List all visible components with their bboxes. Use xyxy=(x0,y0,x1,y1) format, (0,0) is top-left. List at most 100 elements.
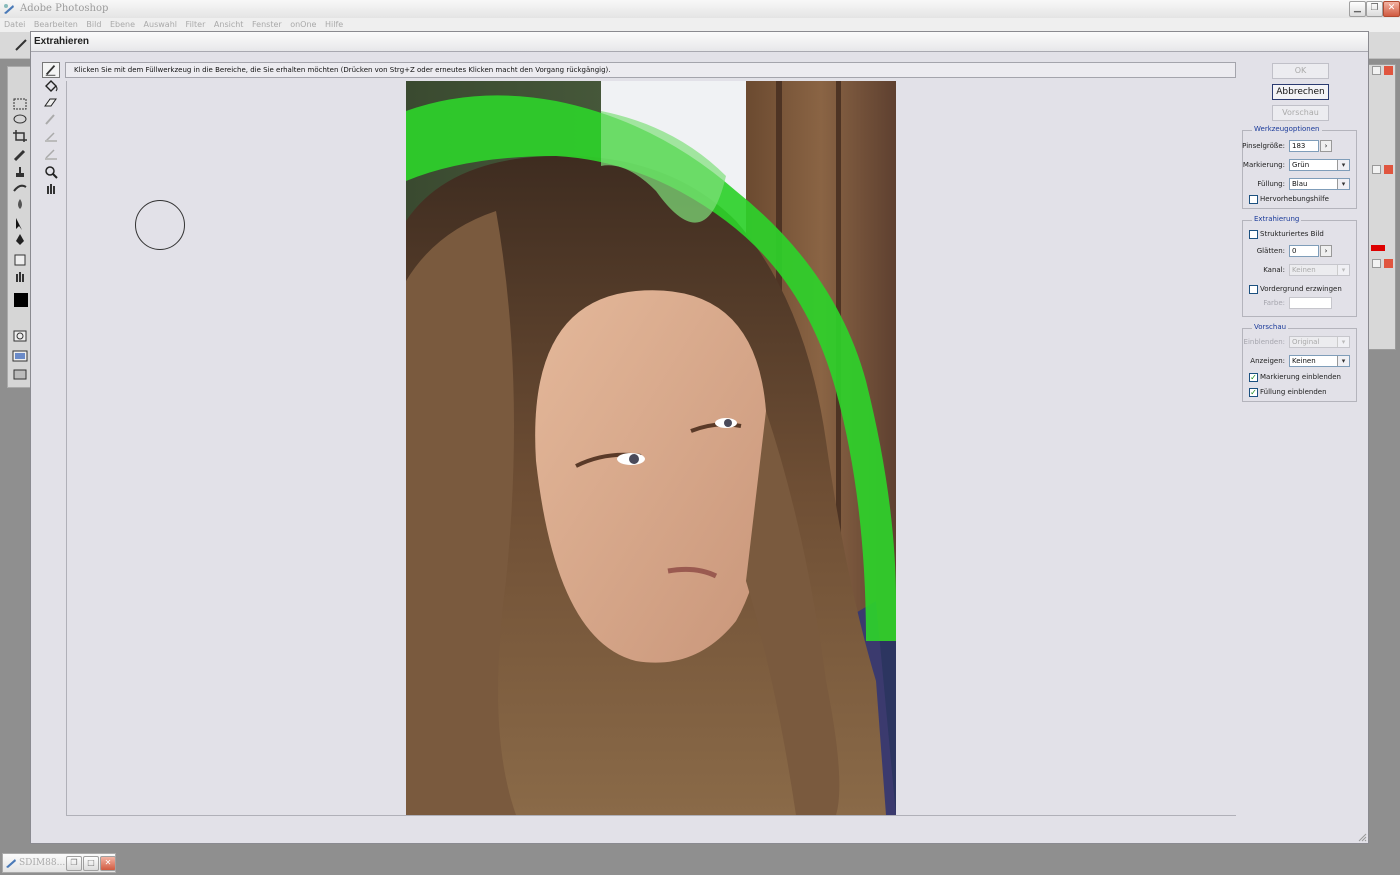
minimize-button[interactable]: ▁ xyxy=(1349,1,1366,17)
menu-ansicht[interactable]: Ansicht xyxy=(214,18,244,32)
brush-size-arrow-icon[interactable]: › xyxy=(1320,140,1332,152)
highlight-label: Markierung: xyxy=(1242,161,1285,169)
menu-fenster[interactable]: Fenster xyxy=(252,18,282,32)
display-select[interactable]: Keinen ▾ xyxy=(1289,355,1350,367)
app-title-bar: Adobe Photoshop ▁ ❐ ✕ xyxy=(0,0,1400,19)
menu-hilfe[interactable]: Hilfe xyxy=(325,18,343,32)
dialog-title-bar: Extrahieren xyxy=(31,32,1368,52)
highlight-value: Grün xyxy=(1292,161,1310,169)
hand-icon[interactable] xyxy=(42,180,60,196)
instruction-text: Klicken Sie mit dem Füllwerkzeug in die … xyxy=(74,66,611,74)
lasso-icon[interactable] xyxy=(12,113,28,127)
force-foreground-label: Vordergrund erzwingen xyxy=(1260,285,1342,293)
force-foreground-checkbox[interactable] xyxy=(1249,285,1258,294)
history-brush-icon[interactable] xyxy=(12,181,28,195)
show-label: Einblenden: xyxy=(1243,338,1285,346)
panel-minimize-icon[interactable] xyxy=(1372,165,1381,174)
instruction-bar: Klicken Sie mit dem Füllwerkzeug in die … xyxy=(65,62,1236,78)
show-fill-label: Füllung einblenden xyxy=(1260,388,1327,396)
menu-onone[interactable]: onOne xyxy=(290,18,316,32)
marquee-icon[interactable] xyxy=(12,97,28,111)
fill-bucket-icon[interactable] xyxy=(42,78,60,94)
blur-icon[interactable] xyxy=(12,197,28,211)
extraction-group: Extrahierung Strukturiertes Bild Glätten… xyxy=(1242,215,1357,317)
edge-highlighter-icon[interactable] xyxy=(42,62,60,78)
doc-maximize-button[interactable]: □ xyxy=(83,856,99,871)
menu-filter[interactable]: Filter xyxy=(186,18,206,32)
display-value: Keinen xyxy=(1292,357,1316,365)
document-icon xyxy=(6,859,16,868)
channel-label: Kanal: xyxy=(1263,266,1285,274)
tool-options-group: Werkzeugoptionen Pinselgröße: 183 › Mark… xyxy=(1242,125,1357,209)
show-fill-checkbox[interactable]: ✓ xyxy=(1249,388,1258,397)
menu-bar: Datei Bearbeiten Bild Ebene Auswahl Filt… xyxy=(0,18,1400,32)
menu-datei[interactable]: Datei xyxy=(4,18,25,32)
smart-highlight-label: Hervorhebungshilfe xyxy=(1260,195,1329,203)
path-selection-icon[interactable] xyxy=(12,217,28,231)
swatch-red[interactable] xyxy=(1371,245,1385,251)
panel-minimize-icon[interactable] xyxy=(1372,259,1381,268)
chevron-down-icon: ▾ xyxy=(1337,160,1349,170)
textured-image-checkbox[interactable] xyxy=(1249,230,1258,239)
cleanup-tool-icon[interactable] xyxy=(42,129,60,145)
color-swatch[interactable] xyxy=(1289,297,1332,309)
show-value: Original xyxy=(1292,338,1320,346)
foreground-color-swatch[interactable] xyxy=(14,293,28,307)
healing-brush-icon[interactable] xyxy=(12,149,28,163)
doc-restore-button[interactable]: ❐ xyxy=(66,856,82,871)
fill-value: Blau xyxy=(1292,180,1308,188)
menu-ebene[interactable]: Ebene xyxy=(110,18,135,32)
chevron-down-icon: ▾ xyxy=(1337,337,1349,347)
pen-icon[interactable] xyxy=(12,233,28,247)
highlight-select[interactable]: Grün ▾ xyxy=(1289,159,1350,171)
eyedropper-icon[interactable] xyxy=(42,111,60,127)
smooth-label: Glätten: xyxy=(1256,247,1285,255)
chevron-down-icon: ▾ xyxy=(1337,179,1349,189)
doc-close-button[interactable]: ✕ xyxy=(100,856,116,871)
panel-close-icon[interactable] xyxy=(1384,259,1393,268)
minimized-document[interactable]: SDIM88... ❐ □ ✕ xyxy=(2,853,116,873)
smart-highlight-checkbox[interactable] xyxy=(1249,195,1258,204)
panel-close-icon[interactable] xyxy=(1384,165,1393,174)
panel-close-icon[interactable] xyxy=(1384,66,1393,75)
menu-bild[interactable]: Bild xyxy=(86,18,101,32)
notes-icon[interactable] xyxy=(12,253,28,267)
chevron-down-icon: ▾ xyxy=(1337,356,1349,366)
extract-toolbox xyxy=(40,62,62,194)
quick-mask-icon[interactable] xyxy=(12,329,28,343)
eraser-icon[interactable] xyxy=(42,94,60,110)
tool-options-title: Werkzeugoptionen xyxy=(1252,125,1322,133)
brush-icon[interactable] xyxy=(14,38,30,52)
brush-size-input[interactable]: 183 xyxy=(1289,140,1319,152)
edge-touchup-icon[interactable] xyxy=(42,146,60,162)
close-button[interactable]: ✕ xyxy=(1383,1,1400,17)
smooth-input[interactable]: 0 xyxy=(1289,245,1319,257)
fill-select[interactable]: Blau ▾ xyxy=(1289,178,1350,190)
extraction-title: Extrahierung xyxy=(1252,215,1302,223)
smooth-arrow-icon[interactable]: › xyxy=(1320,245,1332,257)
menu-auswahl[interactable]: Auswahl xyxy=(144,18,177,32)
panel-dock xyxy=(1368,64,1396,350)
imageready-icon[interactable] xyxy=(12,367,28,381)
cancel-button[interactable]: Abbrechen xyxy=(1272,84,1329,100)
stamp-icon[interactable] xyxy=(12,165,28,179)
fill-label: Füllung: xyxy=(1257,180,1285,188)
show-highlight-checkbox[interactable]: ✓ xyxy=(1249,373,1258,382)
menu-bearbeiten[interactable]: Bearbeiten xyxy=(34,18,78,32)
app-title: Adobe Photoshop xyxy=(20,3,109,14)
hand-icon[interactable] xyxy=(12,269,28,283)
photo-preview[interactable] xyxy=(406,81,896,815)
crop-icon[interactable] xyxy=(12,129,28,143)
photoshop-app-icon xyxy=(4,4,14,14)
preview-button[interactable]: Vorschau xyxy=(1272,105,1329,121)
resize-grip-icon[interactable] xyxy=(1357,832,1367,842)
restore-button[interactable]: ❐ xyxy=(1366,1,1383,17)
screen-mode-icon[interactable] xyxy=(12,349,28,363)
show-select[interactable]: Original ▾ xyxy=(1289,336,1350,348)
zoom-icon[interactable] xyxy=(42,164,60,180)
channel-select[interactable]: Keinen ▾ xyxy=(1289,264,1350,276)
panel-minimize-icon[interactable] xyxy=(1372,66,1381,75)
preview-canvas[interactable] xyxy=(66,81,1236,816)
document-name: SDIM88... xyxy=(19,858,66,868)
ok-button[interactable]: OK xyxy=(1272,63,1329,79)
